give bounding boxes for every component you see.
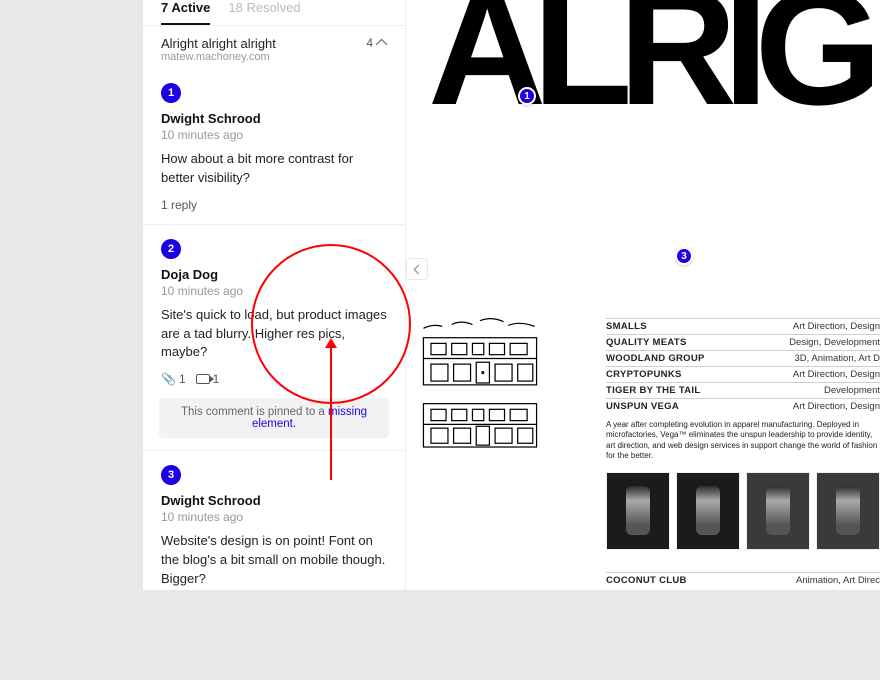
thread-url: matew.machoney.com: [161, 51, 276, 63]
building-illustration: [414, 398, 546, 458]
comment-item[interactable]: 1 Dwight Schrood 10 minutes ago How abou…: [143, 69, 405, 225]
pin-badge: 2: [161, 239, 181, 259]
pin-badge: 1: [161, 83, 181, 103]
work-row[interactable]: WOODLAND GROUP3D, Animation, Art D: [606, 350, 880, 366]
comment-author: Dwight Schrood: [161, 493, 387, 508]
work-row[interactable]: CRYPTOPUNKSArt Direction, Design: [606, 366, 880, 382]
thumbnail[interactable]: [746, 472, 810, 550]
preview-logo: ALRIG: [428, 0, 868, 130]
video-count[interactable]: 1: [196, 372, 220, 386]
pin-badge: 3: [161, 465, 181, 485]
canvas-pin[interactable]: 1: [518, 87, 536, 105]
comment-author: Doja Dog: [161, 267, 387, 282]
case-blurb: A year after completing evolution in app…: [606, 420, 880, 462]
comment-time: 10 minutes ago: [161, 128, 387, 142]
comments-list[interactable]: 1 Dwight Schrood 10 minutes ago How abou…: [143, 69, 405, 590]
comment-body: Site's quick to load, but product images…: [161, 306, 387, 363]
comment-item[interactable]: 2 Doja Dog 10 minutes ago Site's quick t…: [143, 225, 405, 452]
comments-panel: 7 Active 18 Resolved Alright alright alr…: [143, 0, 406, 590]
work-row[interactable]: SMALLSArt Direction, Design: [606, 318, 880, 334]
work-row[interactable]: COCONUT CLUBAnimation, Art Direc: [606, 572, 880, 586]
tabs: 7 Active 18 Resolved: [143, 0, 405, 26]
thread-collapse[interactable]: 4: [366, 36, 387, 50]
comment-replies[interactable]: 1 reply: [161, 198, 387, 212]
building-illustration: [414, 300, 546, 397]
canvas-pin[interactable]: 3: [675, 247, 693, 265]
thumbnail[interactable]: [676, 472, 740, 550]
work-row[interactable]: UNSPUN VEGAArt Direction, Design: [606, 398, 880, 414]
missing-element-banner: This comment is pinned to a missing elem…: [159, 398, 389, 438]
app-surface: 7 Active 18 Resolved Alright alright alr…: [143, 0, 880, 590]
comment-author: Dwight Schrood: [161, 111, 387, 126]
work-row[interactable]: QUALITY MEATSDesign, Development: [606, 334, 880, 350]
comment-time: 10 minutes ago: [161, 510, 387, 524]
thumbnail[interactable]: [816, 472, 880, 550]
comment-item[interactable]: 3 Dwight Schrood 10 minutes ago Website'…: [143, 451, 405, 590]
case-thumbs: [606, 472, 880, 550]
video-icon: [196, 374, 210, 384]
comment-body: Website's design is on point! Font on th…: [161, 532, 387, 589]
tab-resolved[interactable]: 18 Resolved: [228, 0, 300, 25]
comment-time: 10 minutes ago: [161, 284, 387, 298]
comment-body: How about a bit more contrast for better…: [161, 150, 387, 188]
thread-title: Alright alright alright: [161, 36, 276, 51]
paperclip-icon: [161, 372, 176, 386]
preview-canvas[interactable]: ALRIG 1 3: [406, 0, 880, 590]
tab-active[interactable]: 7 Active: [161, 0, 210, 25]
thread-header[interactable]: Alright alright alright matew.machoney.c…: [143, 26, 405, 69]
collapse-panel-button[interactable]: [406, 258, 428, 280]
attachment-count[interactable]: 1: [161, 372, 186, 386]
thumbnail[interactable]: [606, 472, 670, 550]
chevron-up-icon: [376, 39, 387, 50]
comment-attachments: 1 1: [161, 372, 387, 386]
thread-count: 4: [366, 36, 373, 50]
work-list: SMALLSArt Direction, Design QUALITY MEAT…: [606, 318, 880, 586]
work-row[interactable]: TIGER BY THE TAILDevelopment: [606, 382, 880, 398]
